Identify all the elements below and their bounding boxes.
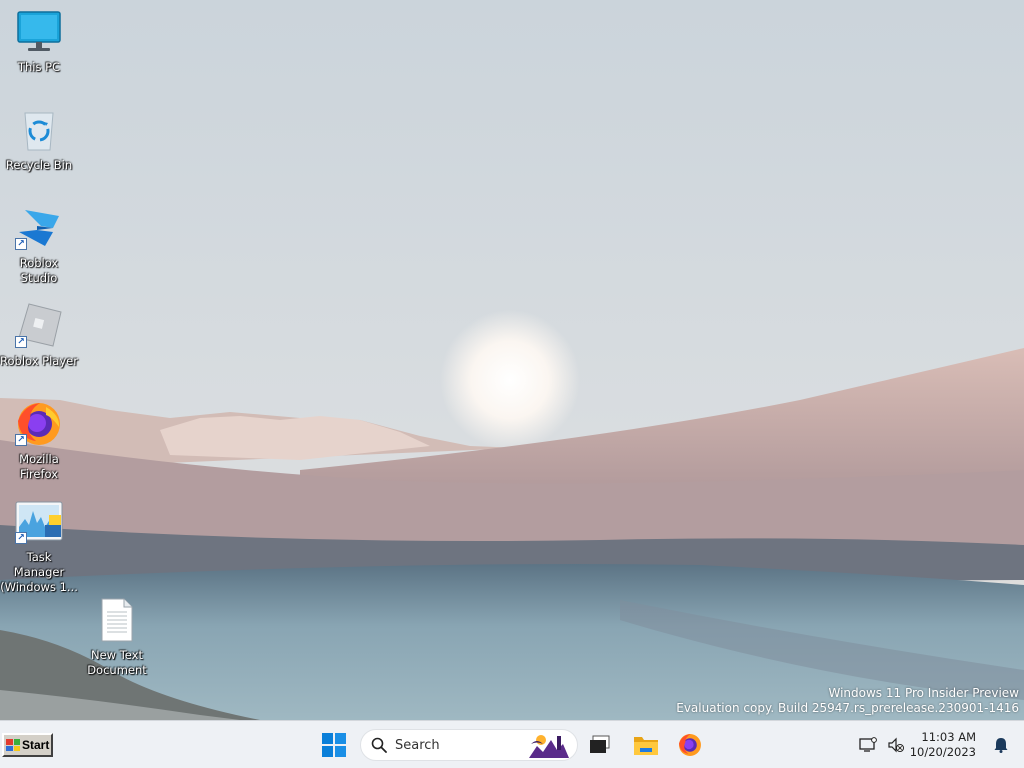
windows-flag-icon	[6, 739, 20, 751]
network-status-button[interactable]	[854, 725, 882, 765]
network-icon	[859, 737, 877, 752]
shortcut-arrow-icon: ↗	[15, 336, 27, 348]
desktop-icon-label: Mozilla Firefox	[19, 452, 59, 481]
taskbar-search-box[interactable]: Search	[360, 729, 578, 761]
search-placeholder: Search	[395, 737, 440, 753]
file-explorer-button[interactable]	[626, 725, 666, 765]
bell-icon	[994, 738, 1008, 753]
monitor-icon	[15, 8, 63, 56]
roblox-studio-icon: ↗	[15, 204, 63, 252]
watermark-line-1: Windows 11 Pro Insider Preview	[828, 686, 1019, 700]
clock-date: 10/20/2023	[909, 745, 976, 759]
shortcut-arrow-icon: ↗	[15, 532, 27, 544]
desktop-icon-label: New Text Document	[87, 648, 147, 677]
desktop-icon-recycle-bin[interactable]: Recycle Bin	[0, 106, 78, 173]
build-watermark: Windows 11 Pro Insider Preview Evaluatio…	[676, 686, 1019, 716]
search-highlight-icon	[529, 735, 569, 758]
roblox-player-icon: ↗	[15, 302, 63, 350]
start-button-label: Start	[22, 738, 50, 752]
taskbar: Start Search 11:03 AM 10/20/2023	[0, 720, 1024, 768]
desktop-icon-this-pc[interactable]: This PC	[0, 8, 78, 75]
firefox-taskbar-button[interactable]	[670, 725, 710, 765]
clock-time: 11:03 AM	[921, 730, 976, 744]
watermark-line-2: Evaluation copy. Build 25947.rs_prerelea…	[676, 701, 1019, 715]
text-document-icon	[93, 596, 141, 644]
start-button[interactable]: Start	[2, 733, 53, 757]
taskbar-clock[interactable]: 11:03 AM 10/20/2023	[910, 730, 976, 760]
desktop-icon-label: Roblox Player	[0, 354, 78, 368]
firefox-icon: ↗	[15, 400, 63, 448]
task-manager-icon: ↗	[15, 498, 63, 546]
desktop-icon-label: Recycle Bin	[5, 158, 73, 172]
desktop-icon-label: Task Manager (Windows 1...	[0, 550, 78, 594]
system-tray: 11:03 AM 10/20/2023	[854, 721, 1024, 768]
desktop-icon-roblox-player[interactable]: ↗ Roblox Player	[0, 302, 78, 369]
recycle-bin-icon	[15, 106, 63, 154]
volume-muted-icon	[888, 737, 904, 753]
windows-start-button[interactable]	[314, 725, 354, 765]
desktop-icon-roblox-studio[interactable]: ↗ Roblox Studio	[0, 204, 78, 286]
volume-button[interactable]	[882, 725, 910, 765]
desktop-icon-firefox[interactable]: ↗ Mozilla Firefox	[0, 400, 78, 482]
desktop-icon-new-text-document[interactable]: New Text Document	[78, 596, 156, 678]
shortcut-arrow-icon: ↗	[15, 434, 27, 446]
search-icon	[371, 737, 387, 753]
desktop-icon-task-manager[interactable]: ↗ Task Manager (Windows 1...	[0, 498, 78, 595]
desktop-icon-label: Roblox Studio	[19, 256, 59, 285]
file-explorer-icon	[634, 737, 658, 755]
windows-start-icon	[322, 733, 346, 757]
shortcut-arrow-icon: ↗	[15, 238, 27, 250]
desktop-icon-label: This PC	[17, 60, 61, 74]
firefox-icon	[679, 734, 701, 756]
task-view-button[interactable]	[580, 725, 620, 765]
task-view-icon	[590, 735, 610, 753]
notifications-button[interactable]	[986, 725, 1016, 765]
